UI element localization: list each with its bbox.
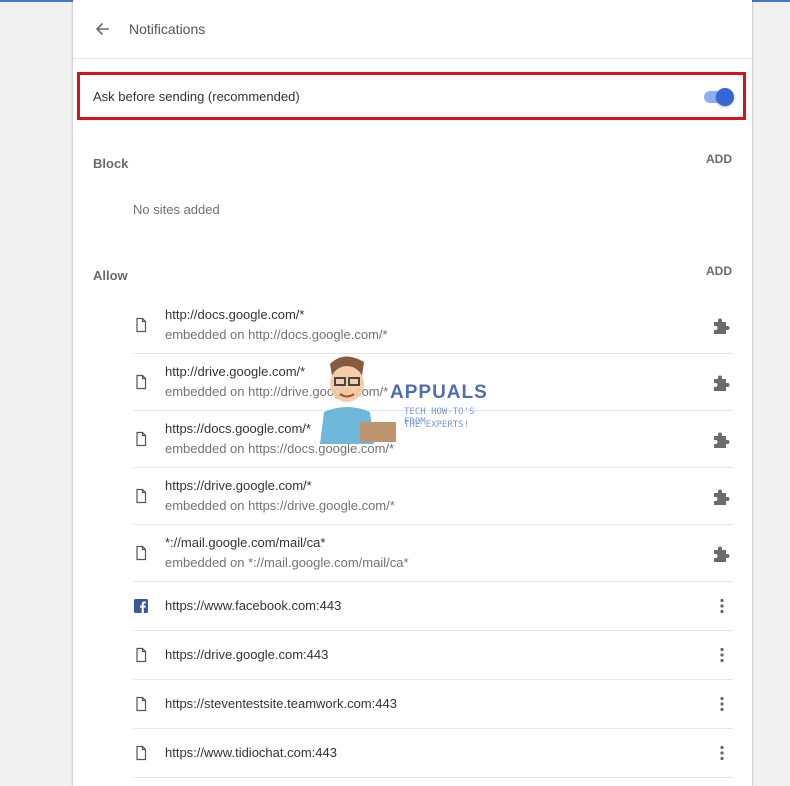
- extension-puzzle-icon[interactable]: [711, 314, 733, 336]
- more-vert-icon[interactable]: [711, 644, 733, 666]
- file-icon: [133, 317, 149, 333]
- highlight-box: [77, 72, 746, 120]
- block-empty-text: No sites added: [133, 202, 220, 217]
- site-url: http://docs.google.com/*: [165, 307, 305, 322]
- watermark-brand: APPUALS: [390, 382, 488, 403]
- allow-add-button[interactable]: ADD: [706, 264, 732, 278]
- file-icon: [133, 745, 149, 761]
- file-icon: [133, 545, 149, 561]
- site-row[interactable]: https://drive.google.com:443: [133, 631, 733, 680]
- file-icon: [133, 374, 149, 390]
- site-url: https://steventestsite.teamwork.com:443: [165, 696, 397, 711]
- site-row[interactable]: https://steventestsite.teamwork.com:443: [133, 680, 733, 729]
- site-url: https://drive.google.com:443: [165, 647, 329, 662]
- site-row[interactable]: https://drive.google.com/* embedded on h…: [133, 468, 733, 525]
- more-vert-icon[interactable]: [711, 742, 733, 764]
- file-icon: [133, 488, 149, 504]
- file-icon: [133, 431, 149, 447]
- site-row[interactable]: *://mail.google.com/mail/ca* embedded on…: [133, 525, 733, 582]
- more-vert-icon[interactable]: [711, 693, 733, 715]
- back-arrow-icon[interactable]: [91, 18, 113, 40]
- appuals-watermark: APPUALS TECH HOW-TO'S FROM THE EXPERTS!: [300, 352, 492, 444]
- extension-puzzle-icon[interactable]: [711, 371, 733, 393]
- page-header: Notifications: [73, 0, 752, 58]
- site-url: https://www.tidiochat.com:443: [165, 745, 337, 760]
- more-vert-icon[interactable]: [711, 595, 733, 617]
- site-row[interactable]: http://docs.google.com/* embedded on htt…: [133, 297, 733, 354]
- page-title: Notifications: [129, 21, 206, 37]
- watermark-tagline-2: THE EXPERTS!: [404, 420, 470, 430]
- extension-puzzle-icon[interactable]: [711, 542, 733, 564]
- allow-section-title: Allow: [93, 268, 128, 283]
- site-url: https://drive.google.com/*: [165, 478, 312, 493]
- site-row[interactable]: https://www.facebook.com:443: [133, 582, 733, 631]
- watermark-mascot-icon: [320, 356, 396, 444]
- site-embedded-on: embedded on *://mail.google.com/mail/ca*: [165, 555, 409, 570]
- site-url: https://docs.google.com/*: [165, 421, 311, 436]
- site-row[interactable]: https://www.tidiochat.com:443: [133, 729, 733, 778]
- extension-puzzle-icon[interactable]: [711, 485, 733, 507]
- site-url: https://www.facebook.com:443: [165, 598, 342, 613]
- facebook-icon: [133, 598, 149, 614]
- site-embedded-on: embedded on https://drive.google.com/*: [165, 498, 395, 513]
- header-divider: [73, 58, 752, 59]
- file-icon: [133, 647, 149, 663]
- block-section-title: Block: [93, 156, 129, 171]
- block-add-button[interactable]: ADD: [706, 152, 732, 166]
- site-embedded-on: embedded on http://docs.google.com/*: [165, 327, 388, 342]
- site-url: http://drive.google.com/*: [165, 364, 306, 379]
- file-icon: [133, 696, 149, 712]
- extension-puzzle-icon[interactable]: [711, 428, 733, 450]
- site-url: *://mail.google.com/mail/ca*: [165, 535, 326, 550]
